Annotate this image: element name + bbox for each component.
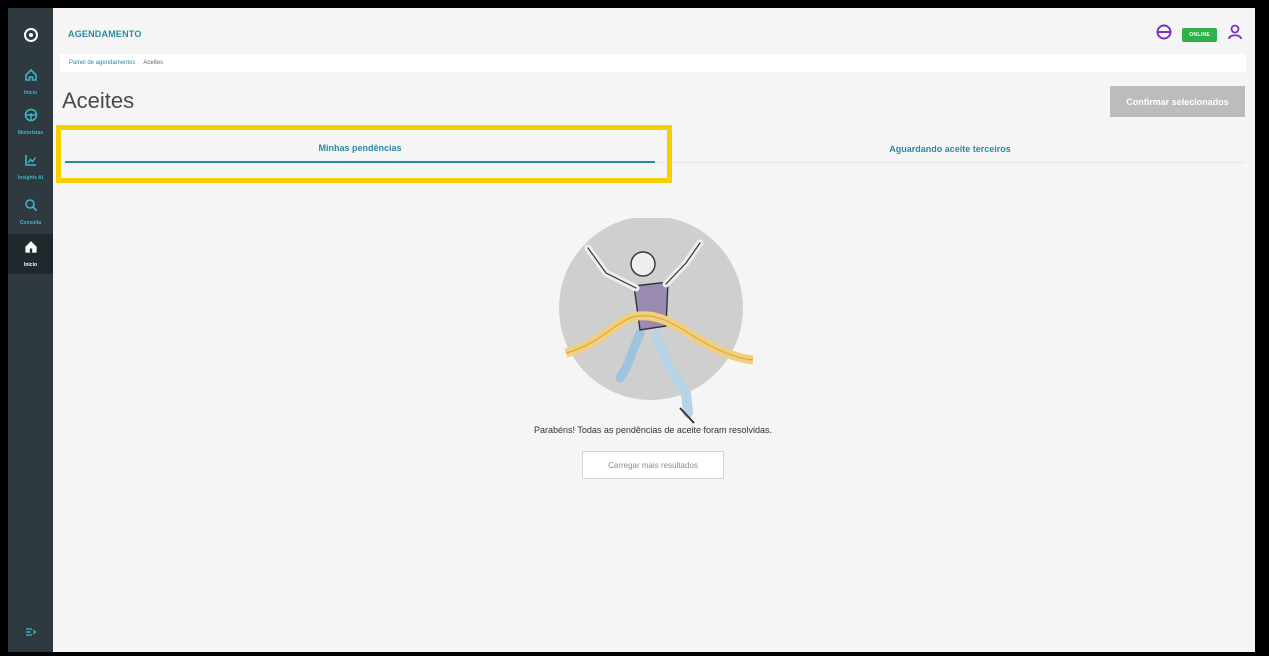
app-title: AGENDAMENTO <box>68 29 142 39</box>
breadcrumb-link-painel[interactable]: Painel de agendamentos <box>69 60 135 66</box>
sidebar-item-motoristas[interactable]: Motoristas <box>8 108 53 148</box>
account-switch-icon[interactable] <box>1156 24 1172 45</box>
breadcrumb-current: Aceites <box>143 60 164 66</box>
sidebar: Início Motoristas Insights AI Consulta I <box>8 8 53 652</box>
status-badge: ONLINE <box>1182 27 1217 42</box>
user-icon[interactable] <box>1227 24 1243 45</box>
page-title: Aceites <box>62 88 135 113</box>
sidebar-item-inicio-active[interactable]: Início <box>8 234 53 274</box>
app-logo-icon[interactable] <box>8 24 53 46</box>
sidebar-item-insights-ai[interactable]: Insights AI <box>8 153 53 193</box>
tab-highlight-box <box>56 125 672 183</box>
header-actions: ONLINE <box>1156 24 1243 45</box>
tab-aguardando-aceite-terceiros[interactable]: Aguardando aceite terceiros <box>655 135 1245 163</box>
sidebar-item-inicio[interactable]: Início <box>8 68 53 108</box>
celebration-illustration <box>548 216 758 428</box>
empty-state-message: Parabéns! Todas as pendências de aceite … <box>534 425 772 435</box>
sidebar-item-label: Início <box>23 90 38 96</box>
expand-sidebar-icon[interactable] <box>8 626 53 638</box>
sidebar-item-consulta[interactable]: Consulta <box>8 198 53 238</box>
search-icon <box>24 198 38 217</box>
app-frame: Início Motoristas Insights AI Consulta I <box>8 8 1255 652</box>
breadcrumb: Painel de agendamentos Aceites <box>60 54 1246 72</box>
steering-wheel-icon <box>24 108 38 127</box>
sidebar-item-label: Motoristas <box>17 130 44 136</box>
sidebar-item-label: Insights AI <box>17 175 44 181</box>
confirm-selected-button[interactable]: Confirmar selecionados <box>1110 86 1245 117</box>
sidebar-item-label: Início <box>23 262 38 268</box>
chart-icon <box>24 153 38 172</box>
home-icon <box>24 240 38 259</box>
home-icon <box>24 68 38 87</box>
sidebar-item-label: Consulta <box>19 220 42 226</box>
load-more-button[interactable]: Carregar mais resultados <box>582 451 724 479</box>
